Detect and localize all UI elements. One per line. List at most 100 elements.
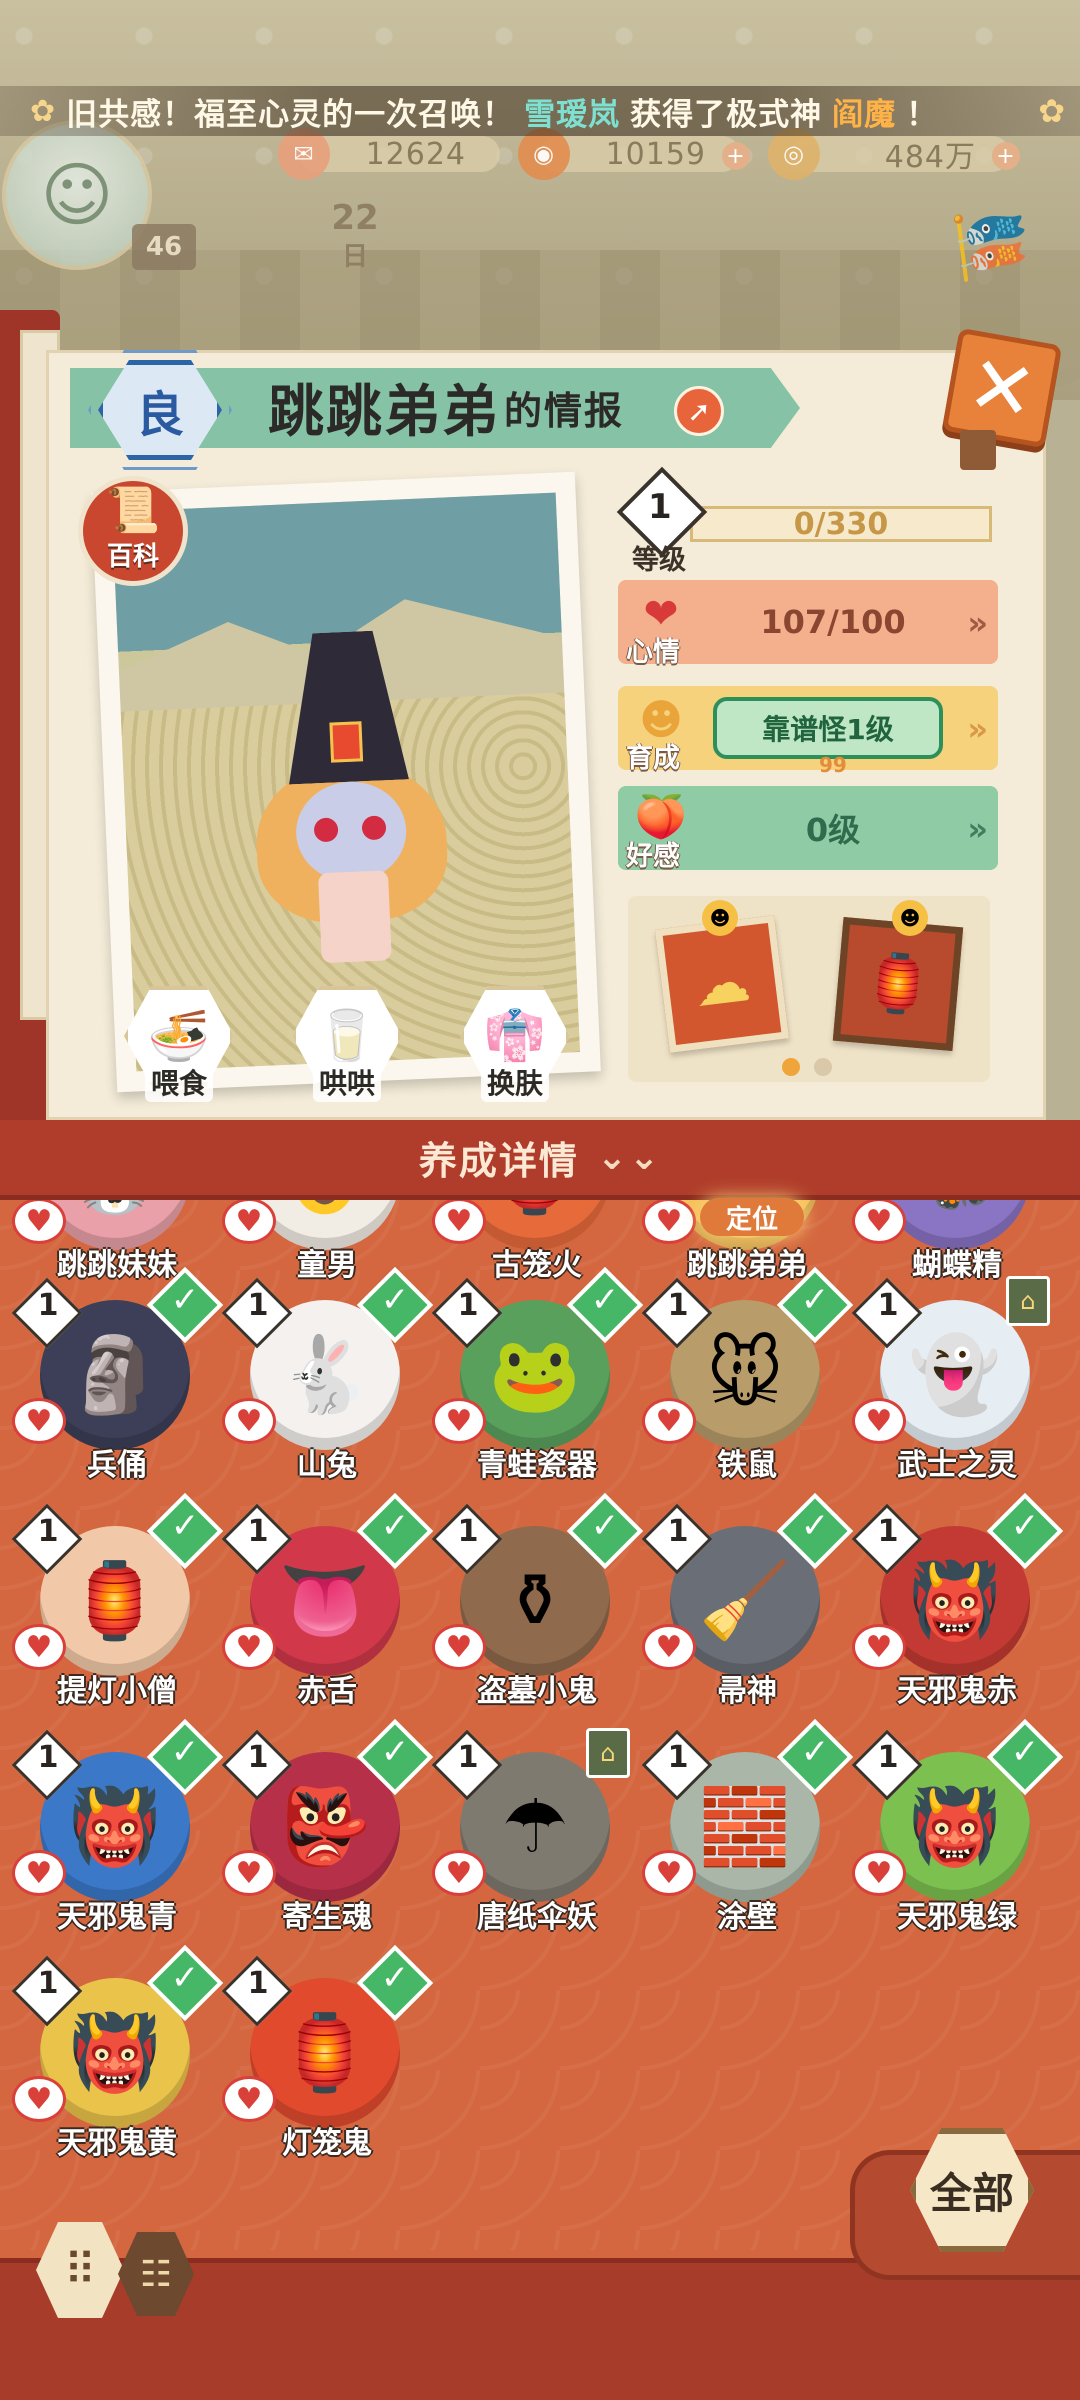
level-number: 1 — [877, 1288, 899, 1323]
flower-icon: ✿ — [1038, 92, 1066, 130]
house-icon: ⌂ — [586, 1728, 630, 1778]
growth-pill: 靠谱怪1级 99 — [713, 697, 943, 777]
chevron-right-icon: » — [967, 604, 988, 642]
skin-label: 换肤 — [480, 1062, 549, 1102]
heart-icon: ♥ — [12, 1850, 66, 1896]
chevron-double-down-icon: ⌄⌄ — [596, 1137, 662, 1178]
chevron-right-icon: » — [967, 810, 988, 848]
locate-label: 定位 — [725, 1204, 778, 1235]
shikigami-name: 唐纸伞妖 — [477, 1900, 597, 1935]
shikigami-model[interactable] — [248, 628, 453, 976]
shikigami-card[interactable]: 👻 1 ⌂ ♥ 武士之灵 — [851, 1276, 1052, 1510]
shikigami-card[interactable]: 🐭 1 ✓ ♥ 铁鼠 — [641, 1266, 854, 1510]
level-number: 1 — [457, 1740, 479, 1775]
check-icon: ✓ — [590, 1506, 620, 1546]
coin-counter[interactable]: ◎ 484万 + — [768, 128, 1020, 180]
shikigami-name: 山兔 — [297, 1448, 357, 1483]
day-unit: 日 — [341, 242, 368, 272]
encyclopedia-button[interactable]: 📜 百科 — [78, 476, 188, 586]
shikigami-card[interactable]: 🐇 1 ✓ ♥ 山兔 — [221, 1266, 434, 1510]
heart-icon: ♥ — [12, 1200, 66, 1244]
close-button[interactable]: ✕ — [941, 327, 1063, 449]
feed-button[interactable]: 🍜 喂食 — [124, 986, 234, 1102]
shikigami-card[interactable]: 👹 1 ✓ ♥ 天邪鬼青 — [11, 1718, 224, 1962]
growth-detail-toggle[interactable]: 养成详情 ⌄⌄ — [0, 1120, 1080, 1200]
add-jade-button[interactable]: + — [722, 142, 750, 170]
coupon-counter[interactable]: ✉ 12624 — [278, 128, 500, 180]
shikigami-card[interactable]: 🧹 1 ✓ ♥ 帚神 — [641, 1492, 854, 1736]
locate-tag[interactable]: 定位 — [700, 1198, 804, 1236]
shikigami-grid: 🐰♥跳跳妹妹👦♥童男🏮♥古笼火🎩♥跳跳弟弟🦋♥蝴蝶精🗿1✓♥兵俑🐇1✓♥山兔🐸1… — [0, 1200, 1080, 2240]
level-number: 1 — [667, 1514, 689, 1549]
shikigami-card[interactable]: 👹 1 ✓ ♥ 天邪鬼赤 — [851, 1492, 1064, 1736]
shikigami-card[interactable]: 👅 1 ✓ ♥ 赤舌 — [221, 1492, 434, 1736]
chevron-right-icon: » — [967, 710, 988, 748]
page-dot-active[interactable] — [782, 1058, 800, 1076]
broadcast-ticker: ✿ 旧共感！福至心灵的一次召唤！ 雪瑷岚 获得了极式神 阎魔！ ✿ — [0, 86, 1080, 136]
shikigami-card[interactable]: 🏮 1 ✓ ♥ 灯笼鬼 — [221, 1944, 434, 2188]
gift-frame-2[interactable]: 🏮 — [832, 917, 964, 1051]
player-avatar[interactable]: ☺ — [2, 120, 152, 270]
growth-detail-label: 养成详情 — [418, 1139, 579, 1183]
shikigami-name: 兵俑 — [87, 1448, 147, 1483]
shikigami-card[interactable]: 🐸 1 ✓ ♥ 青蛙瓷器 — [431, 1266, 644, 1510]
check-icon: ✓ — [800, 1732, 830, 1772]
shikigami-name: 天邪鬼青 — [57, 1900, 177, 1935]
heart-icon: ♥ — [222, 1398, 276, 1444]
heart-icon: ♥ — [12, 2076, 66, 2122]
skin-button[interactable]: 👘 换肤 — [460, 986, 570, 1102]
shikigami-name: 铁鼠 — [717, 1448, 777, 1483]
shikigami-card[interactable]: 🗿 1 ✓ ♥ 兵俑 — [11, 1266, 224, 1510]
shikigami-card[interactable]: 👺 1 ✓ ♥ 寄生魂 — [221, 1718, 434, 1962]
jade-counter[interactable]: ◉ 10159 + — [518, 128, 750, 180]
shikigami-card[interactable]: 👹 1 ✓ ♥ 天邪鬼黄 — [11, 1944, 224, 2188]
shikigami-card[interactable]: ⚱ 1 ✓ ♥ 盗墓小鬼 — [431, 1492, 644, 1736]
exp-bar: 0/330 — [690, 506, 992, 542]
heart-icon: ♥ — [642, 1850, 696, 1896]
mood-label: 心情 — [626, 637, 680, 668]
shikigami-name: 赤舌 — [297, 1674, 357, 1709]
heart-icon: ♥ — [642, 1398, 696, 1444]
shikigami-card[interactable]: ☂ 1 ⌂ ♥ 唐纸伞妖 — [431, 1728, 632, 1962]
shikigami-name: 灯笼鬼 — [282, 2126, 372, 2161]
level-number: 1 — [247, 1514, 269, 1549]
check-icon: ✓ — [1010, 1732, 1040, 1772]
add-coin-button[interactable]: + — [992, 142, 1020, 170]
player-level: 46 — [132, 224, 196, 270]
feed-label: 喂食 — [144, 1062, 213, 1102]
level-number: 1 — [457, 1288, 479, 1323]
broadcast-suffix: ！ — [906, 96, 939, 133]
heart-icon: ♥ — [432, 1398, 486, 1444]
shikigami-name: 提灯小僧 — [57, 1674, 177, 1709]
compass-icon[interactable]: ➚ — [674, 386, 724, 436]
encyclopedia-label: 百科 — [106, 542, 159, 572]
coin-value: 484万 — [884, 140, 976, 175]
shikigami-name: 天邪鬼赤 — [897, 1674, 1017, 1709]
check-icon: ✓ — [590, 1280, 620, 1320]
level-number: 1 — [667, 1740, 689, 1775]
favor-label: 好感 — [626, 841, 680, 872]
shikigami-card[interactable]: 👹 1 ✓ ♥ 天邪鬼绿 — [851, 1718, 1064, 1962]
heart-icon: ♥ — [432, 1624, 486, 1670]
level-number: 1 — [667, 1288, 689, 1323]
day-number: 22 — [331, 198, 379, 238]
shikigami-name: 寄生魂 — [282, 1900, 372, 1935]
check-icon: ✓ — [380, 1506, 410, 1546]
shikigami-card[interactable]: 🧱 1 ✓ ♥ 涂壁 — [641, 1718, 854, 1962]
coax-label: 哄哄 — [312, 1062, 381, 1102]
broadcast-prefix: 旧共感！福至心灵的一次召唤！ — [66, 96, 515, 133]
fish-streamer-icon[interactable]: 🎏 — [950, 210, 1030, 320]
title-suffix: 的情报 — [504, 388, 625, 433]
growth-label: 育成 — [626, 743, 680, 774]
coax-button[interactable]: 🥛 哄哄 — [292, 986, 402, 1102]
check-icon: ✓ — [170, 1280, 200, 1320]
level-number: 1 — [877, 1514, 899, 1549]
heart-icon: ♥ — [12, 1624, 66, 1670]
shikigami-name: 武士之灵 — [897, 1448, 1017, 1483]
close-post — [960, 430, 996, 470]
shikigami-card[interactable]: 🏮 1 ✓ ♥ 提灯小僧 — [11, 1492, 224, 1736]
shikigami-name: 跳跳弟弟 — [268, 379, 500, 445]
heart-icon: ♥ — [642, 1200, 696, 1244]
mood-value: 107/100 — [760, 603, 906, 641]
page-dot[interactable] — [814, 1058, 832, 1076]
